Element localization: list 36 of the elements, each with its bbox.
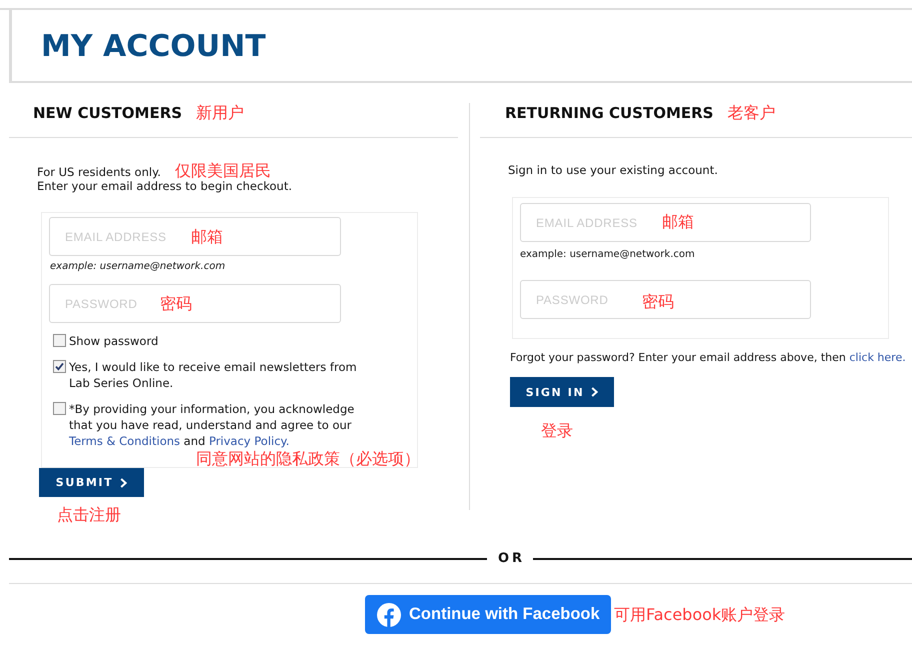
checkbox[interactable] (53, 334, 66, 347)
annotation-label: 邮箱 (662, 213, 694, 231)
text-link[interactable]: Terms & Conditions (69, 434, 180, 448)
annotation-label: 邮箱 (191, 228, 223, 246)
checkbox[interactable] (53, 402, 66, 415)
annotation-label: 密码 (642, 293, 674, 311)
checkbox[interactable] (53, 360, 66, 373)
sign-in-button[interactable]: SIGN IN (510, 377, 614, 407)
chevron-icon (120, 478, 128, 488)
annotation-label: 老客户 (727, 104, 776, 122)
section-heading: RETURNING CUSTOMERS (505, 103, 714, 123)
checkbox-label: *By providing your information, you acknowledge that you have read, understand and agree to our Terms & Conditions and Privacy Policy. (69, 401, 356, 449)
annotation-label: 密码 (160, 295, 192, 313)
hint-text: example: username@network.com (50, 260, 226, 274)
annotation-label: 同意网站的隐私政策（必选项） (196, 451, 420, 467)
chevron-icon (591, 387, 598, 397)
facebook-button[interactable]: Continue with Facebook (365, 595, 611, 634)
annotation-label: 点击注册 (57, 506, 121, 524)
divider-label: OR (498, 550, 526, 568)
checkbox-label: Show password (69, 333, 158, 349)
annotation-label: 可用Facebook账户登录 (614, 606, 786, 624)
f-circle-icon (377, 602, 401, 626)
forgot-password-text: Forgot your password? Enter your email address above, then click here. (510, 351, 906, 365)
intro-text: Enter your email address to begin checkout. (37, 178, 292, 194)
checkbox-label: Yes, I would like to receive email newsletters from Lab Series Online. (69, 359, 358, 391)
intro-text: For US residents only. (37, 164, 161, 180)
submit-button[interactable]: SUBMIT (39, 468, 144, 497)
annotation-label: 新用户 (196, 104, 244, 122)
page-title: MY ACCOUNT (41, 28, 266, 64)
annotation-label: 登录 (541, 422, 573, 440)
text-link[interactable]: click here. (849, 351, 906, 364)
text-link[interactable]: Privacy Policy. (208, 434, 290, 448)
section-heading: NEW CUSTOMERS (33, 103, 182, 123)
hint-text: example: username@network.com (520, 248, 695, 262)
intro-text: Sign in to use your existing account. (508, 162, 718, 178)
annotation-label: 仅限美国居民 (174, 162, 271, 180)
